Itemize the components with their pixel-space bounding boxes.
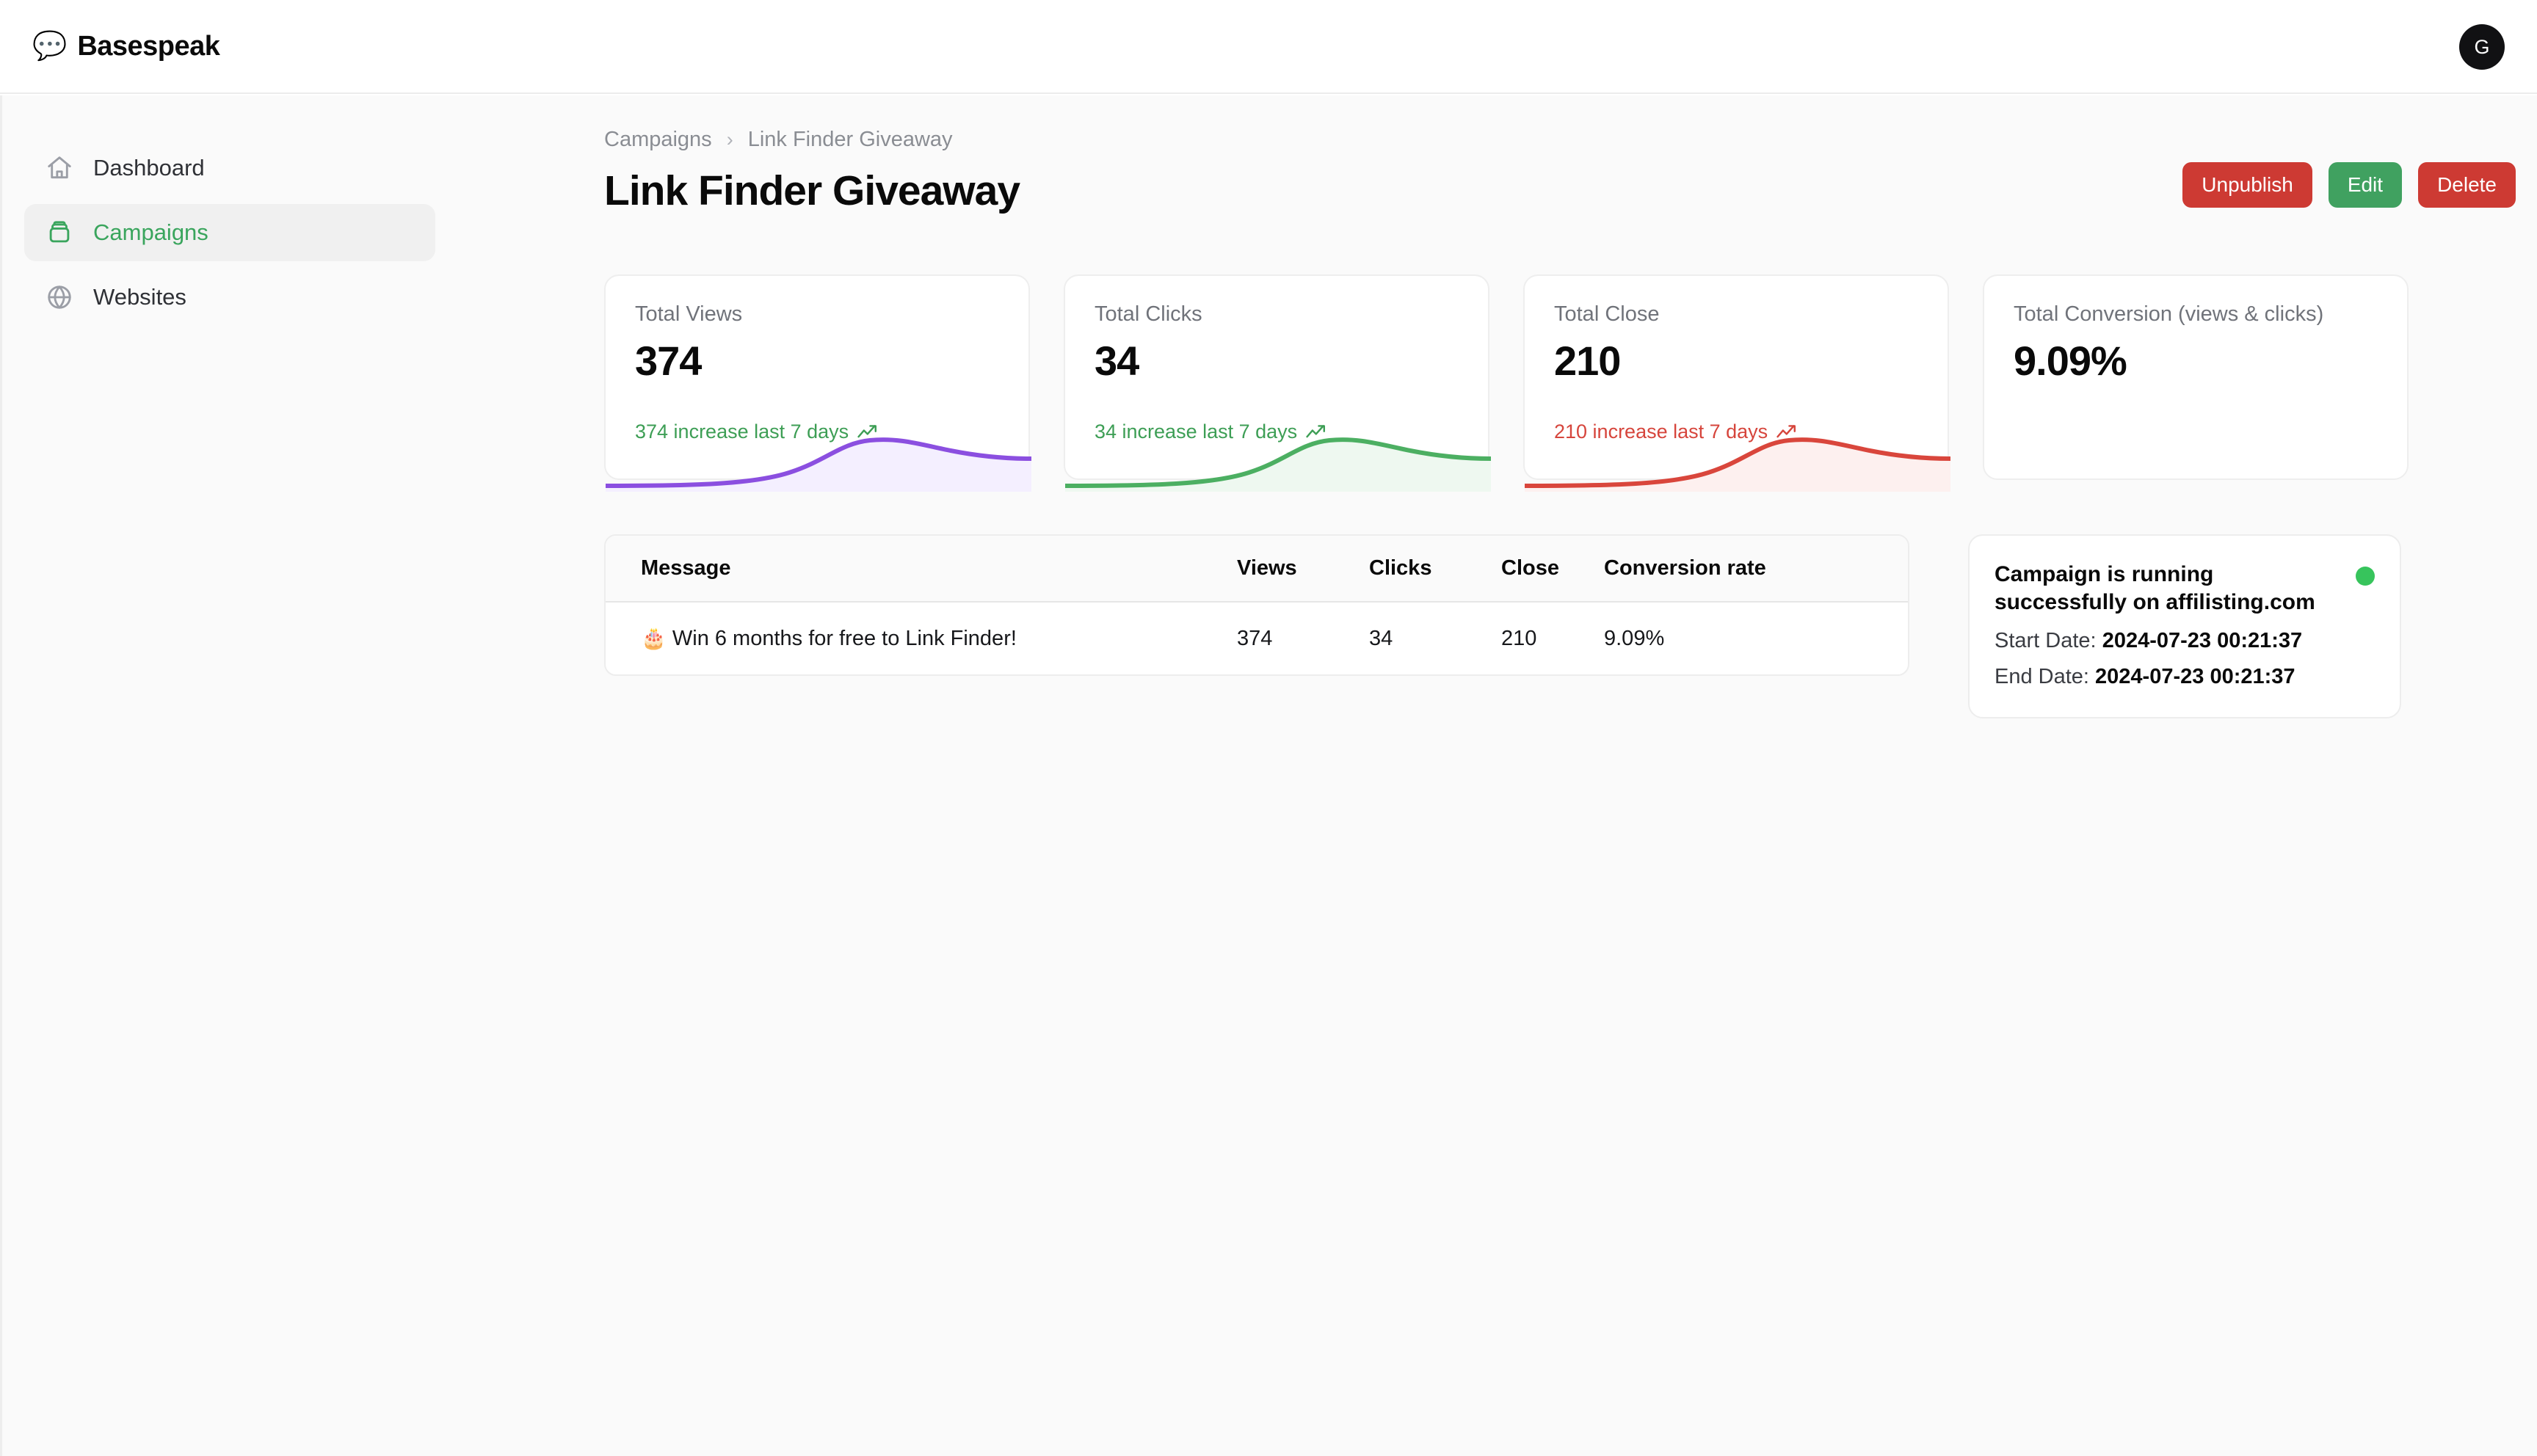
stat-label: Total Clicks [1095,302,1202,326]
header-actions: Unpublish Edit Delete [2182,162,2516,208]
stat-value: 9.09% [2014,338,2127,384]
cell-close: 210 [1501,626,1537,650]
cell-message: 🎂 Win 6 months for free to Link Finder! [606,602,1237,674]
column-header-views: Views [1237,556,1297,580]
sparkline-total-close [1525,426,1950,492]
chevron-right-icon: › [726,128,733,150]
cell-clicks: 34 [1369,626,1393,650]
table-header-row: Message Views Clicks Close Conversion ra… [606,536,1908,602]
stat-label: Total Views [635,302,743,326]
breadcrumb: Campaigns › Link Finder Giveaway [604,128,2527,152]
sidebar-item-label: Dashboard [93,155,205,181]
globe-icon [45,283,74,312]
end-date-label: End Date: [1995,664,2089,688]
top-bar: 💬 Basespeak G [0,0,2537,94]
sidebar-item-campaigns[interactable]: Campaigns [24,204,435,261]
start-date-row: Start Date: 2024-07-23 00:21:37 [1995,629,2375,653]
stat-card-total-views: Total Views 374 374 increase last 7 days [604,274,1031,492]
main-content: Campaigns › Link Finder Giveaway Link Fi… [604,95,2527,718]
column-header-conversion: Conversion rate [1604,556,1766,580]
column-header-clicks: Clicks [1369,556,1432,580]
avatar[interactable]: G [2459,24,2505,70]
start-date-value: 2024-07-23 00:21:37 [2102,628,2303,652]
stat-value: 374 [635,338,702,384]
messages-table: Message Views Clicks Close Conversion ra… [604,534,1909,676]
stat-label: Total Conversion (views & clicks) [2014,302,2324,326]
sidebar-item-dashboard[interactable]: Dashboard [24,139,435,197]
end-date-value: 2024-07-23 00:21:37 [2095,664,2295,688]
sparkline-total-views [606,426,1031,492]
stat-card-total-clicks: Total Clicks 34 34 increase last 7 days [1064,274,1491,492]
sidebar-item-websites[interactable]: Websites [24,269,435,326]
edit-button[interactable]: Edit [2328,162,2403,208]
stat-value: 34 [1095,338,1139,384]
brand-name: Basespeak [77,30,220,62]
sidebar-item-label: Websites [93,284,186,310]
cell-views: 374 [1237,626,1273,650]
column-header-message: Message [641,556,731,580]
status-title: Campaign is running successfully on affi… [1995,562,2315,615]
table-row[interactable]: 🎂 Win 6 months for free to Link Finder! 3… [606,602,1908,674]
status-badge [2356,567,2375,586]
brand-logo[interactable]: 💬 Basespeak [32,30,220,62]
sidebar-item-label: Campaigns [93,219,208,245]
delete-button[interactable]: Delete [2418,162,2516,208]
campaign-status-panel: Campaign is running successfully on affi… [1968,534,2401,718]
status-header: Campaign is running successfully on affi… [1995,561,2375,617]
breadcrumb-current: Link Finder Giveaway [747,128,953,151]
stat-cards: Total Views 374 374 increase last 7 days [604,274,2527,492]
sparkline-total-clicks [1065,426,1491,492]
message-text: Win 6 months for free to Link Finder! [672,627,1017,650]
speech-balloon-icon: 💬 [32,31,68,62]
page-body: Dashboard Campaigns Websites Campaigns ›… [0,95,2537,1456]
unpublish-button[interactable]: Unpublish [2182,162,2312,208]
sidebar: Dashboard Campaigns Websites [2,95,457,333]
stat-label: Total Close [1554,302,1660,326]
stat-card-total-close: Total Close 210 210 increase last 7 days [1523,274,1950,492]
stat-value: 210 [1554,338,1621,384]
home-icon [45,153,74,183]
column-header-close: Close [1501,556,1559,580]
archive-box-icon [45,218,74,247]
breadcrumb-parent[interactable]: Campaigns [604,128,712,152]
cell-conversion: 9.09% [1604,626,1665,650]
end-date-row: End Date: 2024-07-23 00:21:37 [1995,665,2375,689]
start-date-label: Start Date: [1995,628,2097,652]
stat-card-total-conversion: Total Conversion (views & clicks) 9.09% [1983,274,2409,480]
birthday-cake-icon: 🎂 [641,627,667,649]
